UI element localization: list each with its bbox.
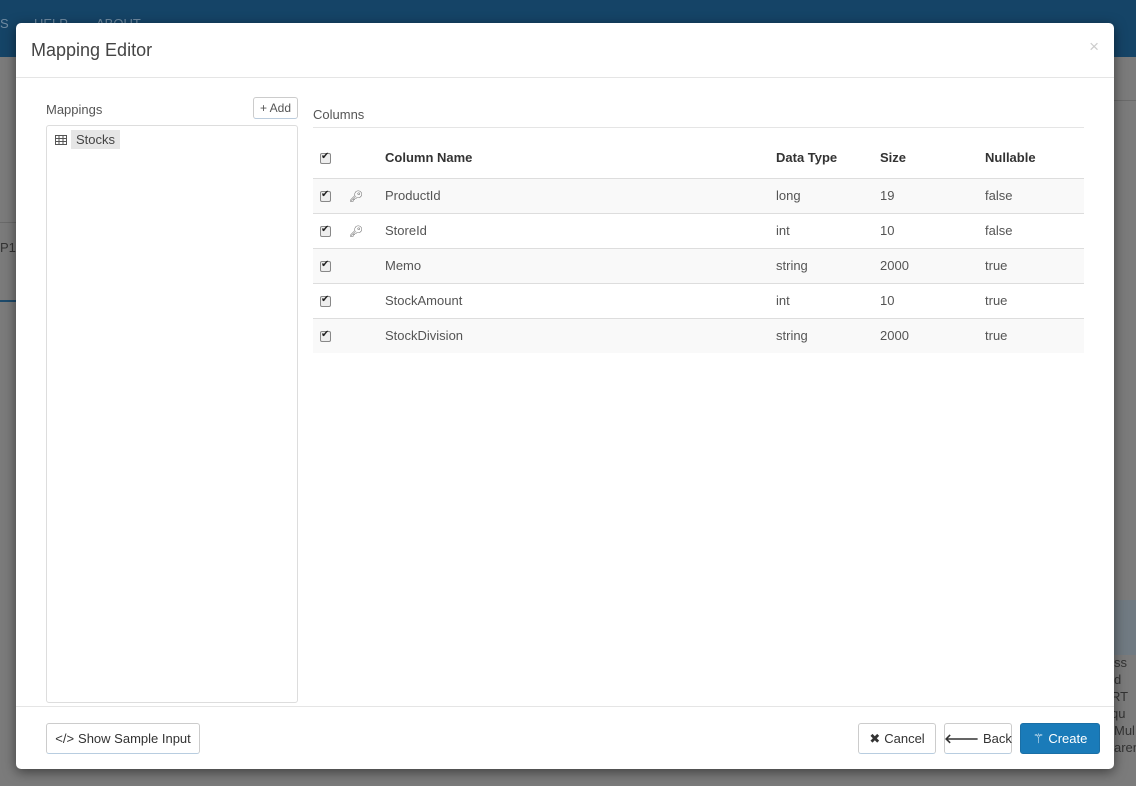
cell-type: int	[776, 282, 880, 318]
times-icon: ✖	[869, 730, 881, 746]
select-all-checkbox[interactable]	[320, 151, 331, 165]
cell-name: StockAmount	[385, 282, 776, 318]
modal-footer: </> Show Sample Input ✖ Cancel 🡐 Back ⚚ Crea…	[16, 706, 1114, 769]
columns-header: Columns	[313, 107, 1084, 128]
row-checkbox[interactable]	[320, 294, 331, 308]
cell-size: 2000	[880, 317, 985, 353]
tree-item-label: Stocks	[71, 130, 121, 149]
key-icon: 🔑︎	[349, 191, 363, 203]
row-checkbox[interactable]	[320, 189, 331, 203]
key-icon: 🔑︎	[349, 226, 363, 238]
bg-nav-item: S	[0, 16, 9, 31]
arrow-left-icon: 🡐	[944, 730, 979, 746]
mapping-editor-modal: Mapping Editor × Mappings + Add Stocks C…	[16, 23, 1114, 769]
magic-wand-icon: ⚚	[1032, 730, 1045, 746]
table-row: 🔑︎ ProductId long 19 false	[313, 177, 1084, 213]
back-button[interactable]: 🡐 Back	[944, 723, 1012, 754]
row-checkbox[interactable]	[320, 329, 331, 343]
col-header-nullable: Nullable	[985, 150, 1036, 166]
cell-name: StockDivision	[385, 317, 776, 353]
modal-header: Mapping Editor ×	[16, 23, 1114, 78]
mappings-tree: Stocks	[46, 125, 298, 703]
cell-nullable: true	[985, 282, 1084, 318]
mappings-header: Mappings	[46, 102, 103, 117]
code-icon: </>	[55, 731, 75, 746]
cell-nullable: false	[985, 177, 1084, 213]
cell-type: string	[776, 247, 880, 283]
close-icon[interactable]: ×	[1089, 37, 1099, 57]
show-sample-input-button[interactable]: </> Show Sample Input	[46, 723, 200, 754]
table-row: StockDivision string 2000 true	[313, 317, 1084, 353]
cell-name: StoreId	[385, 212, 776, 248]
table-row: 🔑︎ StoreId int 10 false	[313, 212, 1084, 248]
cancel-button[interactable]: ✖ Cancel	[858, 723, 936, 754]
bg-text: P1	[0, 240, 16, 255]
tree-item-stocks[interactable]: Stocks	[55, 130, 121, 149]
bg-text-block: ss dRT quMularen	[1114, 655, 1136, 755]
cell-nullable: true	[985, 317, 1084, 353]
col-header-name: Column Name	[385, 150, 473, 166]
table-icon	[55, 134, 67, 145]
cell-name: Memo	[385, 247, 776, 283]
cell-type: string	[776, 317, 880, 353]
cell-type: int	[776, 212, 880, 248]
cell-size: 10	[880, 282, 985, 318]
cell-type: long	[776, 177, 880, 213]
create-button[interactable]: ⚚ Create	[1020, 723, 1100, 754]
modal-title: Mapping Editor	[31, 40, 153, 60]
cell-size: 10	[880, 212, 985, 248]
cell-nullable: false	[985, 212, 1084, 248]
table-row: StockAmount int 10 true	[313, 282, 1084, 318]
cell-size: 19	[880, 177, 985, 213]
col-header-size: Size	[880, 150, 907, 166]
cell-name: ProductId	[385, 177, 776, 213]
table-row: Memo string 2000 true	[313, 247, 1084, 283]
columns-table: Column Name Data Type Size Nullable 🔑︎ P…	[313, 138, 1084, 353]
row-checkbox[interactable]	[320, 224, 331, 238]
cell-nullable: true	[985, 247, 1084, 283]
row-checkbox[interactable]	[320, 259, 331, 273]
cell-size: 2000	[880, 247, 985, 283]
add-mapping-button[interactable]: + Add	[253, 97, 298, 119]
col-header-type: Data Type	[776, 150, 838, 166]
